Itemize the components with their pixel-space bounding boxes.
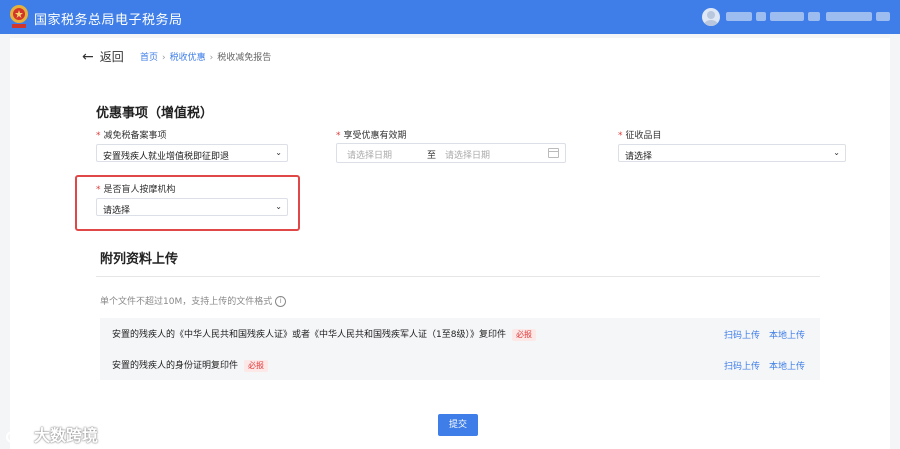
required-badge: 必报 [511, 329, 536, 341]
upload-hint: 单个文件不超过10M，支持上传的文件格式 i [100, 294, 287, 307]
attachment-list: 安置的残疾人的《中华人民共和国残疾人证》或者《中华人民共和国残疾军人证（1至8级… [100, 318, 820, 380]
blind-massage-value: 请选择 [103, 206, 131, 216]
username-redacted [756, 12, 766, 21]
submit-button[interactable]: 提交 [438, 414, 478, 436]
scan-upload-button[interactable]: 扫码上传 [724, 328, 760, 341]
calendar-icon[interactable] [548, 148, 559, 158]
breadcrumb-current: 税收减免报告 [217, 53, 272, 63]
chevron-down-icon: ⌄ [275, 148, 282, 157]
valid-period-label: * 享受优惠有效期 [336, 131, 407, 141]
collection-item-label: * 征收品目 [618, 131, 662, 141]
required-marker: * [96, 185, 101, 195]
list-item: 安置的残疾人的《中华人民共和国残疾人证》或者《中华人民共和国残疾军人证（1至8级… [112, 327, 536, 341]
collection-item-select[interactable]: 请选择 ⌄ [618, 144, 846, 162]
top-bar: 国家税务总局电子税务局 [0, 0, 900, 34]
blind-massage-label: * 是否盲人按摩机构 [96, 185, 176, 195]
username-redacted [826, 12, 872, 21]
scan-upload-button[interactable]: 扫码上传 [724, 359, 760, 372]
breadcrumb-separator: › [209, 53, 214, 63]
end-date-input[interactable]: 请选择日期 [445, 148, 490, 161]
app-title: 国家税务总局电子税务局 [34, 13, 183, 28]
arrow-left-icon: ← [82, 49, 94, 65]
username-redacted [770, 12, 804, 21]
list-item: 安置的残疾人的身份证明复印件 必报 [112, 358, 269, 372]
local-upload-button[interactable]: 本地上传 [769, 328, 805, 341]
chevron-down-icon: ⌄ [275, 202, 282, 211]
info-icon[interactable]: i [275, 296, 287, 307]
attachments-title: 附列资料上传 [100, 252, 179, 267]
watermark-logo-icon [6, 430, 28, 443]
local-upload-button[interactable]: 本地上传 [769, 359, 805, 372]
blind-massage-select[interactable]: 请选择 ⌄ [96, 198, 288, 216]
user-avatar-icon[interactable] [702, 8, 720, 26]
filing-item-value: 安置残疾人就业增值税即征即退 [103, 152, 230, 162]
valid-period-range[interactable]: 请选择日期 至 请选择日期 [336, 143, 566, 163]
username-redacted [876, 12, 890, 21]
back-button[interactable]: ← 返回 [82, 48, 124, 65]
collection-item-value: 请选择 [625, 152, 653, 162]
required-badge: 必报 [244, 360, 269, 372]
username-redacted [808, 12, 820, 21]
back-label: 返回 [99, 50, 124, 64]
required-marker: * [96, 131, 101, 141]
divider [96, 276, 820, 277]
username-redacted [726, 12, 752, 21]
filing-item-select[interactable]: 安置残疾人就业增值税即征即退 ⌄ [96, 144, 288, 162]
start-date-input[interactable]: 请选择日期 [347, 148, 392, 161]
chevron-down-icon: ⌄ [833, 148, 840, 157]
required-marker: * [618, 131, 623, 141]
breadcrumb-separator: › [162, 53, 166, 63]
section-title: 优惠事项（增值税） [96, 106, 214, 121]
breadcrumb-home[interactable]: 首页 [140, 53, 158, 63]
required-marker: * [336, 131, 341, 141]
watermark: 大数跨境 [6, 422, 98, 446]
breadcrumb-tax-incentives[interactable]: 税收优惠 [170, 53, 206, 63]
breadcrumb: 首页 › 税收优惠 › 税收减免报告 [140, 50, 271, 63]
date-separator: 至 [427, 151, 437, 161]
content-card [10, 38, 890, 449]
filing-item-label: * 减免税备案事项 [96, 131, 167, 141]
tax-emblem-icon [10, 5, 28, 28]
